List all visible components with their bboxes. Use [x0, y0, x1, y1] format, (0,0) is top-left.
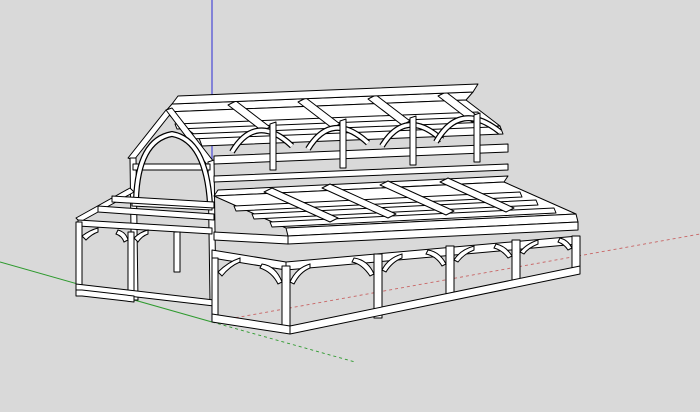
- timber-frame-model[interactable]: [0, 0, 700, 412]
- modeling-viewport[interactable]: [0, 0, 700, 412]
